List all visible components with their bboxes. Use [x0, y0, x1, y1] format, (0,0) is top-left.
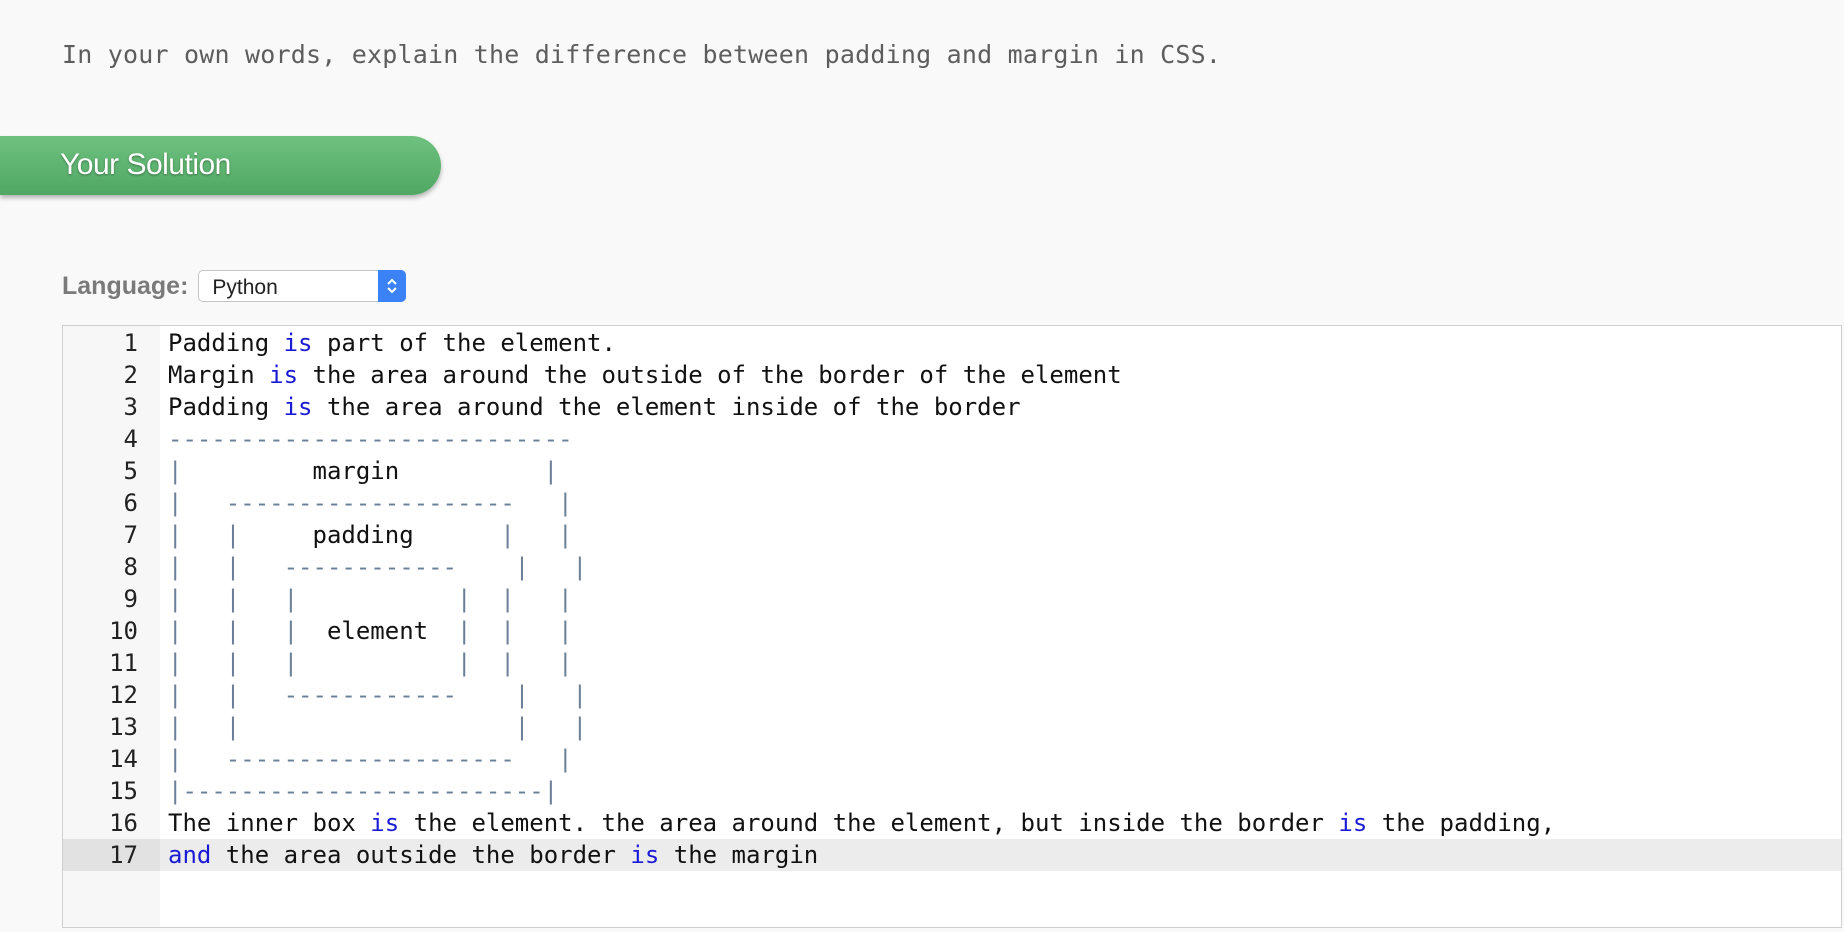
code-text: | margin |: [168, 455, 558, 487]
line-number: 3: [123, 393, 138, 421]
code-editor[interactable]: 1 Padding is part of the element. 2 Margin …: [62, 325, 1842, 928]
line-number: 1: [123, 329, 138, 357]
line-number: 2: [123, 361, 138, 389]
code-line[interactable]: 15 |-------------------------|: [63, 775, 1841, 807]
line-number: 5: [123, 457, 138, 485]
text-token: Padding: [168, 329, 284, 357]
chevron-up-down-icon: [387, 278, 398, 294]
language-selected-value: Python: [212, 276, 278, 299]
code-line[interactable]: 13 | | | |: [63, 711, 1841, 743]
keyword-token: is: [630, 841, 660, 869]
your-solution-label: Your Solution: [60, 148, 231, 181]
code-line[interactable]: 10 | | | element | | |: [63, 615, 1841, 647]
ascii-art-token: |: [529, 457, 559, 485]
line-number: 11: [109, 649, 138, 677]
code-text: | | ------------ | |: [168, 679, 587, 711]
code-lines: 1 Padding is part of the element. 2 Margin …: [63, 327, 1841, 871]
code-line[interactable]: 12 | | ------------ | |: [63, 679, 1841, 711]
code-line[interactable]: 4 ----------------------------: [63, 423, 1841, 455]
line-number: 8: [123, 553, 138, 581]
keyword-token: and: [168, 841, 212, 869]
ascii-art-token: | | ------------ | |: [168, 681, 588, 709]
line-number: 13: [109, 713, 138, 741]
text-token: the element. the area around the element…: [399, 809, 1339, 837]
line-number: 9: [123, 585, 138, 613]
ascii-art-token: | -------------------- |: [168, 489, 573, 517]
code-line[interactable]: 17 and the area outside the border is the…: [63, 839, 1841, 871]
select-arrows-icon: [378, 270, 407, 302]
line-number: 6: [123, 489, 138, 517]
line-number: 15: [109, 777, 138, 805]
language-select[interactable]: Python: [198, 270, 407, 302]
code-line[interactable]: 1 Padding is part of the element.: [63, 327, 1841, 359]
code-line[interactable]: 9 | | | | | |: [63, 583, 1841, 615]
code-line[interactable]: 5 | margin |: [63, 455, 1841, 487]
line-number: 17: [63, 839, 160, 871]
text-token: element: [312, 617, 443, 645]
text-token: part of the element.: [312, 329, 616, 357]
code-text: Padding is the area around the element i…: [168, 391, 1021, 423]
ascii-art-token: | | | | | |: [168, 649, 573, 677]
code-line[interactable]: 7 | | padding | |: [63, 519, 1841, 551]
line-number: 7: [123, 521, 138, 549]
ascii-art-token: | -------------------- |: [168, 745, 573, 773]
keyword-token: is: [1338, 809, 1368, 837]
code-line[interactable]: 14 | -------------------- |: [63, 743, 1841, 775]
keyword-token: is: [283, 393, 313, 421]
code-text: | -------------------- |: [168, 743, 573, 775]
ascii-art-token: | | ------------ | |: [168, 553, 588, 581]
ascii-art-token: |-------------------------|: [168, 777, 559, 805]
code-text: and the area outside the border is the m…: [168, 839, 818, 871]
line-number: 12: [109, 681, 138, 709]
your-solution-banner: Your Solution: [0, 136, 441, 195]
ascii-art-token: | | |: [168, 617, 313, 645]
text-token: the area around the outside of the borde…: [298, 361, 1122, 389]
ascii-art-token: | |: [500, 521, 573, 549]
code-text: The inner box is the element. the area a…: [168, 807, 1555, 839]
text-token: Padding: [168, 393, 284, 421]
question-text: In your own words, explain the differenc…: [62, 40, 1222, 69]
text-token: padding: [240, 521, 501, 549]
code-line[interactable]: 16 The inner box is the element. the area…: [63, 807, 1841, 839]
code-text: | | | |: [168, 711, 587, 743]
line-number: 10: [109, 617, 138, 645]
ascii-art-token: ----------------------------: [168, 425, 573, 453]
text-token: the area around the element inside of th…: [312, 393, 1021, 421]
text-token: margin: [182, 457, 530, 485]
line-number: 16: [109, 809, 138, 837]
code-text: | | ------------ | |: [168, 551, 587, 583]
ascii-art-token: | |: [168, 521, 241, 549]
ascii-art-token: |: [168, 457, 183, 485]
keyword-token: is: [269, 361, 299, 389]
keyword-token: is: [283, 329, 313, 357]
code-text: | -------------------- |: [168, 487, 573, 519]
ascii-art-token: | | | | | |: [168, 585, 573, 613]
code-line[interactable]: 3 Padding is the area around the element …: [63, 391, 1841, 423]
code-line[interactable]: 11 | | | | | |: [63, 647, 1841, 679]
line-number: 4: [123, 425, 138, 453]
language-row: Language: Python: [62, 268, 407, 304]
code-text: |-------------------------|: [168, 775, 558, 807]
code-text: | | | | | |: [168, 647, 573, 679]
text-token: Margin: [168, 361, 270, 389]
code-text: | | padding | |: [168, 519, 573, 551]
ascii-art-token: | | |: [442, 617, 573, 645]
text-token: the area outside the border: [211, 841, 631, 869]
code-text: | | | | | |: [168, 583, 573, 615]
code-line[interactable]: 8 | | ------------ | |: [63, 551, 1841, 583]
code-text: ----------------------------: [168, 423, 573, 455]
code-text: Padding is part of the element.: [168, 327, 616, 359]
language-label: Language:: [62, 271, 189, 300]
code-line[interactable]: 6 | -------------------- |: [63, 487, 1841, 519]
code-text: | | | element | | |: [168, 615, 573, 647]
text-token: The inner box: [168, 809, 371, 837]
text-token: the padding,: [1367, 809, 1556, 837]
line-number: 14: [109, 745, 138, 773]
text-token: the margin: [659, 841, 819, 869]
code-line[interactable]: 2 Margin is the area around the outside o…: [63, 359, 1841, 391]
keyword-token: is: [370, 809, 400, 837]
code-text: Margin is the area around the outside of…: [168, 359, 1122, 391]
ascii-art-token: | | | |: [168, 713, 588, 741]
